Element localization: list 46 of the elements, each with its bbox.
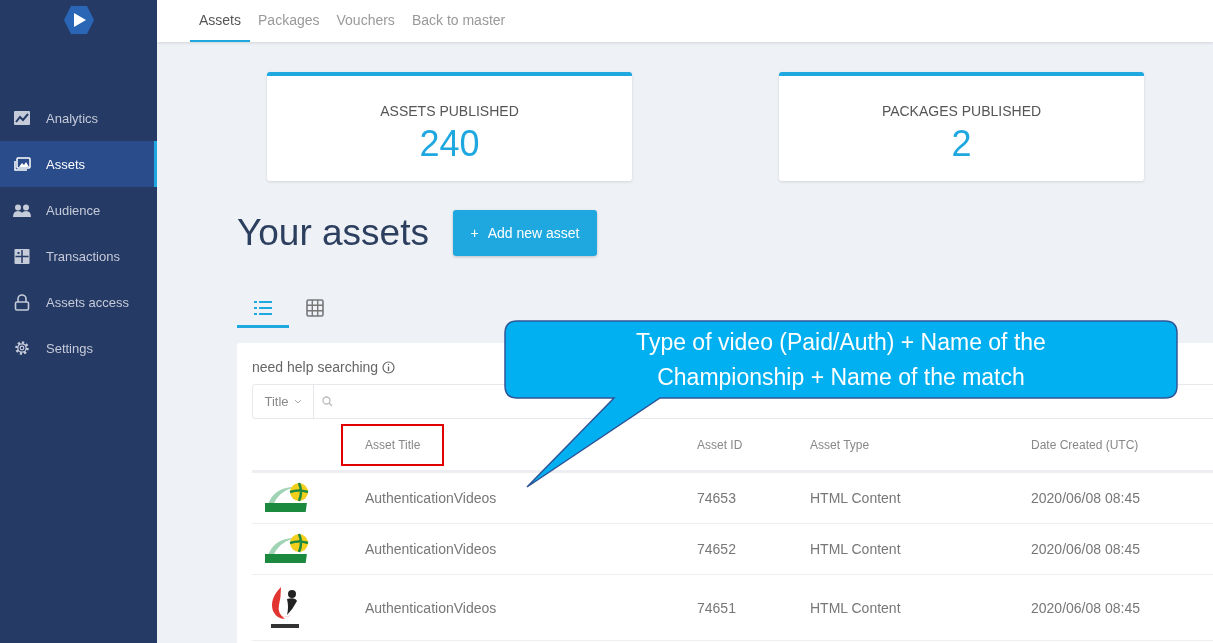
- stat-value: 2: [951, 123, 972, 165]
- column-header[interactable]: Date Created (UTC): [1031, 437, 1139, 452]
- info-icon[interactable]: [382, 360, 396, 374]
- table-cell: 74651: [697, 599, 736, 616]
- list-icon: [254, 300, 272, 315]
- table-cell: 2020/06/08 08:45: [1031, 490, 1140, 506]
- chart-icon: [13, 111, 31, 125]
- filter-dropdown[interactable]: Title: [253, 385, 314, 418]
- table-cell: 74652: [697, 541, 736, 557]
- table-cell: HTML Content: [810, 541, 901, 557]
- table-cell: AuthenticationVideos: [365, 541, 497, 557]
- table-cell: AuthenticationVideos: [365, 490, 497, 506]
- grid-icon: [306, 298, 324, 317]
- column-header[interactable]: Asset Type: [810, 437, 870, 452]
- stat-value: 240: [419, 123, 480, 165]
- stat-label: ASSETS PUBLISHED: [380, 103, 519, 119]
- nav-tab[interactable]: Assets: [190, 0, 250, 42]
- help-text: need help searching: [252, 359, 379, 375]
- table-cell: HTML Content: [810, 490, 901, 506]
- column-header[interactable]: Asset Title: [365, 437, 421, 452]
- nav-tab[interactable]: Packages: [249, 0, 329, 42]
- sidebar-item[interactable]: Transactions: [0, 233, 157, 279]
- sidebar-item[interactable]: Assets access: [0, 279, 157, 325]
- settings-icon: [13, 340, 31, 356]
- page-heading: Your assets: [237, 212, 429, 254]
- nav-tab[interactable]: Vouchers: [327, 0, 404, 42]
- nav-tab[interactable]: Back to master: [402, 0, 515, 42]
- sidebar-item[interactable]: Audience: [0, 187, 157, 233]
- grid-icon: [13, 248, 31, 264]
- logo-icon[interactable]: [62, 5, 95, 35]
- table-cell: AuthenticationVideos: [365, 599, 497, 616]
- column-header[interactable]: Asset ID: [697, 437, 743, 452]
- sidebar-item[interactable]: Settings: [0, 325, 157, 371]
- lock-icon: [13, 293, 31, 311]
- search-icon: [322, 396, 333, 407]
- add-asset-button[interactable]: + Add new asset: [453, 210, 597, 256]
- table-cell: 74653: [697, 490, 736, 506]
- chevron-icon: [293, 399, 302, 404]
- table-cell: 2020/06/08 08:45: [1031, 599, 1140, 616]
- table-cell: HTML Content: [810, 599, 901, 616]
- images-icon: [13, 157, 31, 171]
- people-icon: [13, 203, 31, 217]
- stat-label: PACKAGES PUBLISHED: [881, 103, 1042, 119]
- sidebar-item[interactable]: Analytics: [0, 95, 157, 141]
- table-cell: 2020/06/08 08:45: [1031, 541, 1140, 557]
- sidebar-item[interactable]: Assets: [0, 141, 157, 187]
